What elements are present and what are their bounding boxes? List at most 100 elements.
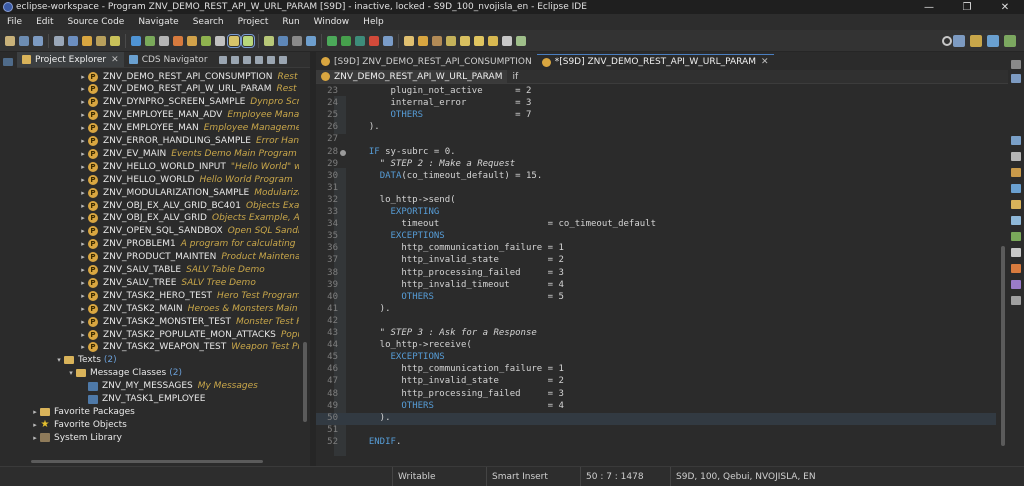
chevron-right-icon[interactable]: ▸ [79, 124, 87, 132]
java-perspective-icon[interactable] [1004, 35, 1016, 47]
chevron-right-icon[interactable]: ▸ [79, 163, 87, 171]
chevron-right-icon[interactable]: ▸ [79, 279, 87, 287]
insert-mode-status[interactable]: Smart Insert [486, 467, 580, 486]
tree-item[interactable]: ▸P ZNV_DEMO_REST_API_CONSUMPTION Rest API … [79, 70, 299, 83]
chevron-right-icon[interactable]: ▸ [79, 98, 87, 106]
tree-item[interactable]: ▸ P ZNV_HELLO_WORLD Hello World Program [79, 173, 293, 186]
code-line[interactable]: 40 OTHERS = 5 [316, 292, 996, 304]
collapse-all-icon[interactable] [218, 55, 227, 64]
code-line[interactable]: 33 EXPORTING [316, 207, 996, 219]
tree-item[interactable]: ▸P ZNV_OBJ_EX_ALV_GRID_BC401 Objects Examp… [79, 199, 299, 212]
external-tools-icon[interactable] [327, 35, 337, 46]
tree-item[interactable]: ▸ P ZNV_PROBLEM1 A program for calculating … [79, 238, 299, 251]
run-last-icon[interactable] [341, 35, 351, 46]
code-line[interactable]: 44 lo_http->receive( [316, 340, 996, 352]
split-editor-icon[interactable] [306, 35, 316, 46]
print-icon[interactable] [54, 35, 64, 46]
menu-file[interactable]: File [0, 17, 29, 27]
chevron-right-icon[interactable]: ▸ [79, 189, 87, 197]
code-line[interactable]: 25 OTHERS = 7 [316, 110, 996, 122]
tree-horizontal-scrollbar[interactable] [31, 458, 299, 464]
chevron-right-icon[interactable]: ▸ [31, 421, 39, 429]
tree-item[interactable]: ▸P ZNV_TASK2_POPULATE_MON_ATTACKS Populate… [79, 328, 299, 341]
tree-item[interactable]: ▸ System Library [31, 431, 122, 444]
tree-item[interactable]: ▸P ZNV_DYNPRO_SCREEN_SAMPLE Dynpro Screen … [79, 96, 299, 109]
close-icon[interactable]: ✕ [761, 57, 769, 67]
tree-item[interactable]: ▸P ZNV_EMPLOYEE_MAN_ADV Employee Manageme [79, 109, 299, 122]
tab-program-source[interactable]: ZNV_DEMO_REST_API_W_URL_PARAM [316, 70, 508, 83]
maximize-view-icon[interactable] [1011, 74, 1021, 83]
test-icon[interactable] [201, 35, 211, 46]
chevron-right-icon[interactable]: ▸ [79, 266, 87, 274]
tree-item[interactable]: ▸ P ZNV_SALV_TREE SALV Tree Demo [79, 276, 256, 289]
tree-item[interactable]: ▸ P ZNV_TASK2_HERO_TEST Hero Test Program [79, 289, 299, 302]
chevron-right-icon[interactable]: ▸ [79, 202, 87, 210]
last-edit-icon[interactable] [474, 35, 484, 46]
code-line[interactable]: 48 http_processing_failed = 3 [316, 389, 996, 401]
stop-icon[interactable] [369, 35, 379, 46]
pen-icon[interactable] [418, 35, 428, 46]
tasks-view-icon[interactable] [1011, 296, 1021, 305]
editor-vertical-scrollbar[interactable] [998, 86, 1007, 446]
tree-item[interactable]: ▸P ZNV_EMPLOYEE_MAN Employee Management [79, 122, 299, 135]
minimize-view-icon[interactable] [266, 55, 275, 64]
search-icon[interactable] [942, 36, 952, 46]
save-icon[interactable] [19, 35, 29, 46]
tree-item[interactable]: ZNV_TASK1_EMPLOYEE [79, 393, 205, 406]
tab-rest-api-consumption[interactable]: [S9D] ZNV_DEMO_REST_API_CONSUMPTION [316, 54, 537, 69]
tree-item[interactable]: ▸P ZNV_TASK2_WEAPON_TEST Weapon Test Progr… [79, 341, 299, 354]
tree-item[interactable]: ▸P ZNV_MODULARIZATION_SAMPLE Modularizatio… [79, 186, 299, 199]
tree-item[interactable]: ▸P ZNV_OPEN_SQL_SANDBOX Open SQL Sandbox [79, 225, 299, 238]
new-window-icon[interactable] [516, 35, 526, 46]
code-line[interactable]: 36 http_communication_failure = 1 [316, 243, 996, 255]
minimize-button[interactable]: — [910, 0, 948, 14]
outline-view-icon[interactable] [1011, 136, 1021, 145]
properties-view-icon[interactable] [1011, 152, 1021, 161]
tab-if[interactable]: if [507, 70, 523, 83]
atc-problems-icon[interactable] [1011, 264, 1021, 273]
activate-icon[interactable] [82, 35, 92, 46]
open-perspective-icon[interactable] [953, 35, 965, 47]
open-type-icon[interactable] [68, 35, 78, 46]
code-line[interactable]: 47 http_invalid_state = 2 [316, 376, 996, 388]
chevron-right-icon[interactable]: ▸ [79, 214, 87, 222]
menu-search[interactable]: Search [186, 17, 231, 27]
chevron-right-icon[interactable]: ▸ [79, 150, 87, 158]
scroll-thumb[interactable] [1001, 246, 1005, 446]
scroll-thumb[interactable] [31, 460, 263, 463]
chevron-right-icon[interactable]: ▸ [79, 253, 87, 261]
chevron-right-icon[interactable]: ▸ [31, 408, 39, 416]
feed-reader-icon[interactable] [1011, 216, 1021, 225]
view-menu-icon[interactable] [254, 55, 263, 64]
open-folder-icon[interactable] [404, 35, 414, 46]
filter-icon[interactable] [242, 55, 251, 64]
menu-help[interactable]: Help [356, 17, 391, 27]
chevron-right-icon[interactable]: ▸ [79, 227, 87, 235]
history-view-icon[interactable] [1011, 248, 1021, 257]
chevron-right-icon[interactable]: ▸ [79, 240, 87, 248]
tree-item[interactable]: ▾ Texts (2) [55, 354, 116, 367]
restore-button[interactable]: ❐ [948, 0, 986, 14]
tree-item[interactable]: ▸P ZNV_ERROR_HANDLING_SAMPLE Error Handlin… [79, 135, 299, 148]
close-icon[interactable]: ✕ [111, 55, 119, 65]
scroll-thumb[interactable] [303, 342, 307, 422]
lock-icon[interactable] [187, 35, 197, 46]
forward-icon[interactable] [502, 35, 512, 46]
tree-item[interactable]: ▸P ZNV_PRODUCT_MAINTEN Product Maintenance [79, 251, 299, 264]
run-icon[interactable] [131, 35, 141, 46]
code-line[interactable]: 45 EXCEPTIONS [316, 352, 996, 364]
tree-item[interactable]: ▸P ZNV_OBJ_EX_ALV_GRID Objects Example, AL… [79, 212, 299, 225]
code-line[interactable]: 27 [316, 134, 996, 146]
menu-project[interactable]: Project [231, 17, 276, 27]
annotation-icon[interactable] [432, 35, 442, 46]
tree-item[interactable]: ▸P ZNV_TASK2_MONSTER_TEST Monster Test Pro… [79, 315, 299, 328]
tree-item[interactable]: ZNV_MY_MESSAGES My Messages [79, 380, 258, 393]
activate-all-icon[interactable] [96, 35, 106, 46]
tree-vertical-scrollbar[interactable] [301, 70, 309, 460]
fold-marker-icon[interactable] [340, 149, 346, 156]
chevron-down-icon[interactable]: ▾ [55, 356, 63, 364]
menu-run[interactable]: Run [275, 17, 306, 27]
code-line[interactable]: 29 " STEP 2 : Make a Request [316, 159, 996, 171]
code-line[interactable]: 23 plugin_not_active = 2 [316, 86, 996, 98]
format-icon[interactable] [264, 35, 274, 46]
